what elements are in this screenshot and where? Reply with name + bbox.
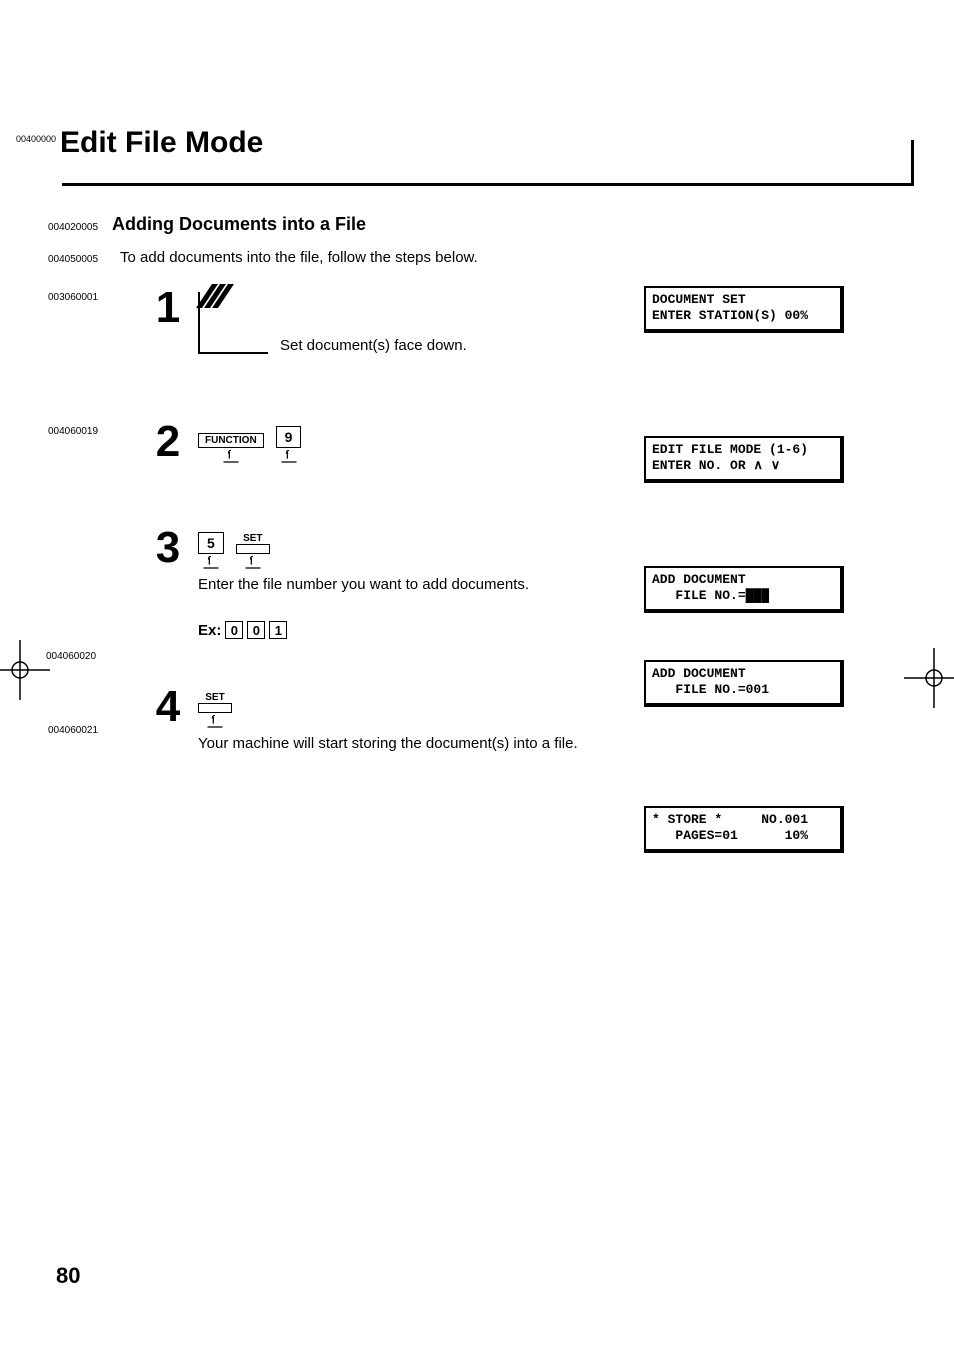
step-4: 004060021 4 SET Your machine will start … — [48, 685, 914, 752]
subheading-row: 004020005 Adding Documents into a File — [48, 214, 914, 235]
lcd-line: ADD DOCUMENT — [652, 666, 746, 681]
steps-container: DOCUMENT SET ENTER STATION(S) 00% EDIT F… — [48, 286, 914, 752]
document-feeder-icon — [198, 292, 268, 354]
nine-key-icon: 9 — [276, 426, 302, 464]
example-side-code: 004060020 — [46, 651, 96, 662]
example-digit: 1 — [269, 621, 287, 639]
subheading: Adding Documents into a File — [112, 214, 366, 235]
set-key-icon: SET — [236, 532, 270, 570]
cropmark-icon — [0, 640, 50, 700]
page-number: 80 — [56, 1263, 80, 1289]
page-title: Edit File Mode — [60, 126, 269, 160]
step-side-code: 004060019 — [48, 426, 98, 437]
intro-row: 004050005 To add documents into the file… — [48, 249, 914, 266]
step-caption: Enter the file number you want to add do… — [198, 576, 914, 593]
example-row: Ex: 0 0 1 — [198, 621, 914, 639]
press-icon — [221, 450, 241, 464]
cropmark-icon — [904, 648, 954, 708]
step-2: 004060019 2 FUNCTION 9 — [48, 420, 914, 470]
step-caption: Set document(s) face down. — [280, 337, 467, 354]
step-side-code: 003060001 — [48, 292, 98, 303]
press-icon — [201, 556, 221, 570]
example-digit: 0 — [247, 621, 265, 639]
key-label: SET — [237, 532, 268, 544]
step-side-code: 004060021 — [48, 725, 98, 736]
press-icon — [243, 556, 263, 570]
step-number: 3 — [138, 526, 198, 570]
key-label: SET — [199, 691, 230, 703]
step-number: 2 — [138, 420, 198, 464]
example-label: Ex: — [198, 622, 221, 639]
press-icon — [279, 450, 299, 464]
function-key-icon: FUNCTION — [198, 433, 264, 464]
lcd-line: * STORE * NO.001 — [652, 812, 808, 827]
step-1: 003060001 1 Set document(s) face down. — [48, 286, 914, 360]
example-digit: 0 — [225, 621, 243, 639]
key-label: 5 — [198, 532, 224, 554]
set-key-icon: SET — [198, 691, 232, 729]
key-label: FUNCTION — [198, 433, 264, 448]
intro-text: To add documents into the file, follow t… — [112, 249, 478, 266]
step-number: 4 — [138, 685, 198, 729]
title-box: 00400000 Edit File Mode — [62, 140, 914, 186]
subheading-code: 004020005 — [48, 222, 112, 233]
key-label: 9 — [276, 426, 302, 448]
title-code: 00400000 — [16, 134, 56, 144]
lcd-line: PAGES=01 10% — [652, 828, 808, 843]
step-3: 3 5 SET Enter the file number you want t… — [48, 526, 914, 639]
intro-code: 004050005 — [48, 254, 112, 265]
press-icon — [205, 715, 225, 729]
step-number: 1 — [138, 286, 198, 330]
lcd-display-5: * STORE * NO.001 PAGES=01 10% — [644, 806, 844, 853]
five-key-icon: 5 — [198, 532, 224, 570]
step-caption: Your machine will start storing the docu… — [198, 735, 914, 752]
